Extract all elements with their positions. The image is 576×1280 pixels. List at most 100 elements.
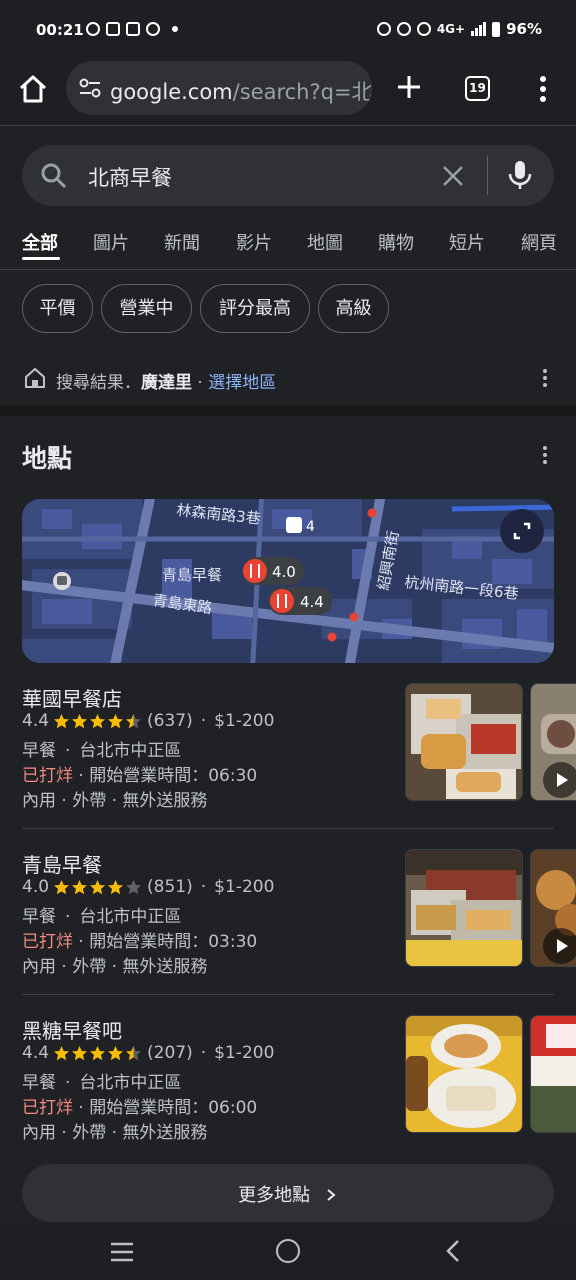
new-tab-icon[interactable] — [394, 72, 424, 102]
facebook-icon — [86, 22, 100, 36]
home-icon[interactable] — [16, 72, 50, 106]
place-name[interactable]: 青島早餐 — [22, 849, 102, 878]
place-name[interactable]: 黑糖早餐吧 — [22, 1015, 122, 1044]
chip-top-rated[interactable]: 評分最高 — [200, 284, 310, 333]
chip-affordable[interactable]: 平價 — [22, 284, 93, 333]
location-text: 搜尋結果．廣達里 · 選擇地區 — [56, 368, 276, 393]
star-icon — [72, 713, 88, 728]
place-hours-line: 已打烊 · 開始營業時間：06:00 — [22, 1098, 258, 1118]
place-photo[interactable] — [405, 849, 523, 967]
facebook-icon — [146, 22, 160, 36]
place-name[interactable]: 華國早餐店 — [22, 683, 122, 712]
browser-toolbar: google.com/search?q=北i 19 — [0, 60, 576, 126]
wifi-calling-icon — [416, 22, 431, 36]
opening-time: 開始營業時間：03:30 — [89, 932, 258, 952]
place-photo[interactable] — [405, 1015, 523, 1133]
tab-switcher-button[interactable]: 19 — [465, 76, 490, 101]
star-icon — [54, 1045, 70, 1060]
place-video-thumbnail[interactable] — [530, 683, 576, 801]
service-options: 內用 · 外帶 · 無外送服務 — [22, 791, 208, 811]
location-menu-icon[interactable] — [542, 369, 548, 389]
microphone-icon[interactable] — [506, 159, 534, 191]
review-count: (637) — [147, 711, 193, 731]
system-nav-bar — [0, 1222, 576, 1280]
rating-value: 4.0 — [22, 877, 50, 897]
place-hours-line: 已打烊 · 開始營業時間：03:30 — [22, 932, 258, 952]
tab-shorts[interactable]: 短片 — [449, 229, 485, 255]
map-canvas: 林森南路3巷 青島東路 杭州南路一段6巷 青島早餐 紹興南街 4 4.0 4.4 — [22, 499, 554, 663]
status-bar: 00:21 4G+ 96% — [0, 0, 576, 60]
tab-images[interactable]: 圖片 — [93, 229, 129, 255]
star-icon — [72, 879, 88, 894]
expand-map-button[interactable] — [500, 509, 544, 553]
bus-stop-icon — [286, 517, 302, 533]
rating-stars — [53, 713, 142, 730]
place-category: 早餐 — [22, 907, 56, 927]
location-area: 廣達里 — [141, 373, 192, 393]
pin-rating: 4.0 — [272, 563, 296, 581]
place-result[interactable]: 華國早餐店 4.4 (637) · $1-200 早餐 · 台北市中正區 已打烊 ·… — [0, 683, 576, 833]
place-photo[interactable] — [405, 683, 523, 801]
star-icon — [126, 879, 142, 894]
url-path: /search?q=北i — [232, 80, 372, 104]
tab-videos[interactable]: 影片 — [236, 229, 272, 255]
overflow-menu-icon[interactable] — [534, 74, 552, 104]
opening-time: 開始營業時間：06:00 — [89, 1098, 258, 1118]
bus-stop-label: 4 — [306, 519, 315, 535]
search-divider — [487, 156, 488, 195]
map-preview[interactable]: 林森南路3巷 青島東路 杭州南路一段6巷 青島早餐 紹興南街 4 4.0 4.4 — [22, 499, 554, 663]
opening-time: 開始營業時間：06:30 — [89, 766, 258, 786]
star-icon — [126, 1045, 142, 1060]
search-icon — [41, 163, 67, 189]
price-range: $1-200 — [214, 877, 275, 897]
place-video-thumbnail[interactable] — [530, 849, 576, 967]
map-place-label: 青島早餐 — [162, 566, 222, 584]
place-category-line: 早餐 · 台北市中正區 — [22, 1073, 182, 1093]
star-icon — [108, 1045, 124, 1060]
recent-apps-icon[interactable] — [110, 1242, 134, 1262]
star-icon — [90, 1045, 106, 1060]
mute-icon — [396, 22, 411, 36]
status-badge: 已打烊 — [22, 766, 73, 786]
tab-web[interactable]: 網頁 — [521, 229, 557, 255]
home-button[interactable] — [276, 1239, 300, 1263]
chip-upscale[interactable]: 高級 — [318, 284, 389, 333]
place-district: 台北市中正區 — [79, 741, 182, 761]
star-icon — [108, 713, 124, 728]
map-pin-2[interactable]: 4.4 — [268, 587, 332, 615]
search-box[interactable]: 北商早餐 — [22, 145, 554, 206]
back-icon[interactable] — [444, 1239, 462, 1263]
alarm-icon — [376, 22, 391, 36]
place-result[interactable]: 青島早餐 4.0 (851) · $1-200 早餐 · 台北市中正區 已打烊 · … — [0, 849, 576, 999]
places-menu-icon[interactable] — [542, 446, 548, 466]
service-options: 內用 · 外帶 · 無外送服務 — [22, 1123, 208, 1143]
url-domain: google.com — [110, 80, 233, 104]
result-separator — [22, 828, 554, 829]
review-count: (207) — [147, 1043, 193, 1063]
choose-area-link[interactable]: 選擇地區 — [208, 373, 276, 393]
place-result[interactable]: 黑糖早餐吧 4.4 (207) · $1-200 早餐 · 台北市中正區 已打烊 ·… — [0, 1015, 576, 1165]
star-icon — [90, 713, 106, 728]
place-photo[interactable] — [530, 1015, 576, 1133]
rating-stars — [53, 1045, 142, 1062]
search-input[interactable]: 北商早餐 — [88, 162, 172, 192]
tab-all[interactable]: 全部 — [22, 229, 58, 255]
clear-icon[interactable] — [440, 163, 466, 189]
rating-stars — [53, 879, 142, 896]
more-places-button[interactable]: 更多地點 — [22, 1164, 554, 1222]
tab-shopping[interactable]: 購物 — [378, 229, 414, 255]
price-range: $1-200 — [214, 711, 275, 731]
result-separator — [22, 994, 554, 995]
more-places-label: 更多地點 — [22, 1181, 554, 1207]
tab-news[interactable]: 新聞 — [164, 229, 200, 255]
place-category: 早餐 — [22, 1073, 56, 1093]
map-pin-1[interactable]: 4.0 — [242, 557, 304, 585]
pin-rating: 4.4 — [300, 593, 324, 611]
site-settings-icon[interactable] — [78, 77, 102, 99]
expand-icon — [513, 522, 531, 540]
tab-maps[interactable]: 地圖 — [307, 229, 343, 255]
place-category: 早餐 — [22, 741, 56, 761]
address-bar[interactable]: google.com/search?q=北i — [66, 61, 372, 115]
chip-open-now[interactable]: 營業中 — [101, 284, 192, 333]
status-badge: 已打烊 — [22, 1098, 73, 1118]
